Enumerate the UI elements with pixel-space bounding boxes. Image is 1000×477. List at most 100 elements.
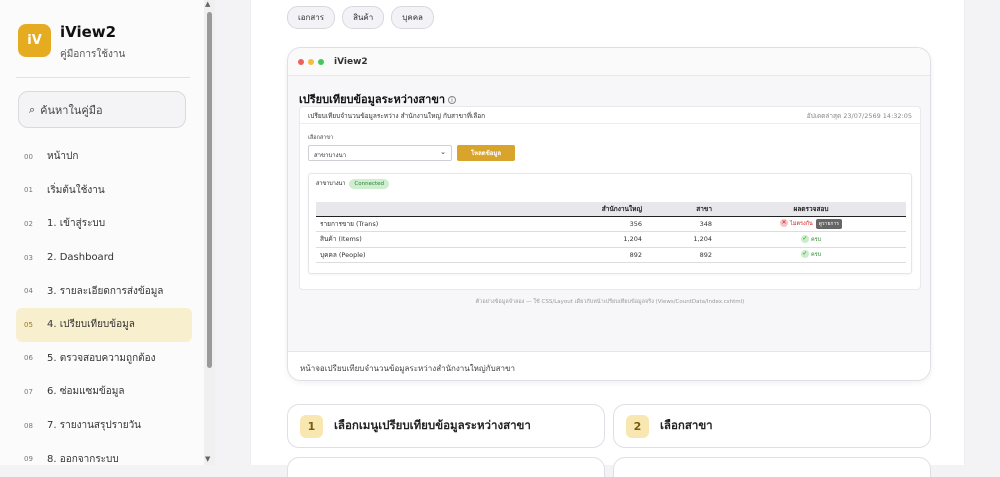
compare-subtitle-text: เปรียบเทียบจำนวนข้อมูลระหว่าง สำนักงานให… [308,112,486,120]
sidebar-item-getting-started[interactable]: 01 เริ่มต้นใช้งาน [16,174,192,208]
branch-label: เลือกสาขา [308,135,334,141]
nav-num: 01 [24,186,33,195]
compare-table: สำนักงานใหญ่ สาขา ผลตรวจสอบ รายการขาย (T… [316,202,906,263]
nav-num: 03 [24,253,33,262]
close-dot-icon [298,58,304,65]
tag-list: เอกสาร สินค้า บุคคล [287,6,441,29]
table-row: สินค้า (Items) 1,204 1,204 ✓ ครบ [316,231,906,248]
step-card-2: 2 เลือกสาขา [613,404,931,448]
table-row: บุคคล (People) 892 892 ✓ ครบ [316,247,906,263]
sidebar-item-logout[interactable]: 09 8. ออกจากระบบ [16,442,192,476]
tag-product[interactable]: สินค้า [342,6,385,29]
mismatch-icon: ✕ [780,218,789,227]
nav-label: 7. รายงานสรุปรายวัน [47,420,142,432]
step-label: เลือกเมนูเปรียบเทียบข้อมูลระหว่างสาขา [334,418,531,432]
footnote: ตัวอย่างข้อมูลจำลอง — ใช้ CSS/Layout เดี… [475,299,745,305]
result-text: ครบ [810,236,822,243]
nav-label: 3. รายละเอียดการส่งข้อมูล [47,285,164,297]
updated-timestamp: อัปเดตล่าสุด 23/07/2569 14:32:05 [806,112,912,120]
nav-label: หน้าปก [47,151,79,163]
screenshot-figure: iView2 เปรียบเทียบข้อมูลระหว่างสาขา i เปร… [287,47,931,381]
chevron-down-icon: ⌄ [440,148,446,156]
row-branch: 892 [646,247,716,263]
tag-document[interactable]: เอกสาร [287,6,336,29]
view-items-button[interactable]: ดูรายการ [815,218,842,229]
divider [16,77,190,78]
sidebar-item-dashboard[interactable]: 03 2. Dashboard [16,241,192,275]
check-icon: ✓ [800,250,809,259]
branch-select[interactable]: สาขาบางนา ⌄ [308,145,452,161]
card-branch-name: สาขาบางนา [316,181,346,187]
sidebar-item-compare[interactable]: 05 4. เปรียบเทียบข้อมูล [16,307,192,342]
col-header-branch: สาขา [646,202,716,217]
brand: iV iView2 คู่มือการใช้งาน [18,23,125,62]
row-hq: 1,204 [566,231,646,248]
maximize-dot-icon [318,58,324,65]
nav-label: 1. เข้าสู่ระบบ [47,218,106,230]
row-result: ✓ ครบ [716,231,906,248]
col-header-hq: สำนักงานใหญ่ [566,202,646,217]
load-data-button[interactable]: โหลดข้อมูล [457,145,515,161]
sidebar-nav: 00 หน้าปก 01 เริ่มต้นใช้งาน 02 1. เข้าสู่ระ… [16,140,192,476]
table-header-row: สำนักงานใหญ่ สาขา ผลตรวจสอบ [316,202,906,217]
sidebar-scrollbar[interactable]: ▲ ▼ [204,0,215,465]
result-text: ครบ [810,252,822,259]
step-card-1: 1 เลือกเมนูเปรียบเทียบข้อมูลระหว่างสาขา [287,404,605,448]
nav-num: 06 [24,354,33,363]
nav-num: 07 [24,387,33,396]
window-titlebar: iView2 [288,48,930,76]
search-icon: ⌕ [29,102,36,116]
row-result: ✓ ครบ [716,247,906,263]
sidebar-item-cover[interactable]: 00 หน้าปก [16,140,192,174]
nav-label: 5. ตรวจสอบความถูกต้อง [47,352,156,364]
app-title: iView2 [60,23,117,41]
tag-person[interactable]: บุคคล [391,6,434,29]
nav-label: เริ่มต้นใช้งาน [47,184,105,196]
row-name: สินค้า (Items) [316,231,566,248]
result-text: ไม่ตรงกัน [790,220,813,227]
nav-label: 6. ซ่อมแซมข้อมูล [47,386,125,398]
row-name: รายการขาย (Trans) [316,216,566,232]
search-input[interactable]: ⌕ ค้นหาในคู่มือ [18,91,186,128]
scroll-thumb[interactable] [207,12,212,368]
result-card: สาขาบางนา Connected สำนักงานใหญ่ สาขา ผล… [308,173,912,274]
col-header-name [316,202,566,217]
nav-label: 4. เปรียบเทียบข้อมูล [47,319,135,331]
info-icon: i [448,96,457,104]
sidebar-item-repair[interactable]: 07 6. ซ่อมแซมข้อมูล [16,375,192,409]
scroll-up-icon[interactable]: ▲ [205,0,210,8]
sidebar-item-login[interactable]: 02 1. เข้าสู่ระบบ [16,207,192,241]
app-logo: iV [18,24,51,57]
branch-select-value: สาขาบางนา [314,152,347,159]
row-hq: 356 [566,216,646,232]
sidebar-item-daily-report[interactable]: 08 7. รายงานสรุปรายวัน [16,409,192,443]
nav-num: 05 [24,320,33,329]
nav-num: 08 [24,421,33,430]
nav-num: 02 [24,219,33,228]
row-branch: 1,204 [646,231,716,248]
table-row: รายการขาย (Trans) 356 348 ✕ ไม่ตรงกัน ดูรา… [316,216,906,232]
minimize-dot-icon [308,58,314,65]
nav-num: 09 [24,455,33,464]
nav-label: 2. Dashboard [47,252,114,264]
row-name: บุคคล (People) [316,247,566,263]
step-number: 2 [626,414,649,438]
sidebar: iV iView2 คู่มือการใช้งาน ⌕ ค้นหาในคู่มื… [0,0,215,465]
step-number: 1 [300,414,323,438]
row-result: ✕ ไม่ตรงกัน ดูรายการ [716,216,906,232]
nav-num: 00 [24,152,33,161]
sidebar-item-send-details[interactable]: 04 3. รายละเอียดการส่งข้อมูล [16,274,192,308]
step-card-3 [287,457,605,477]
sidebar-item-validate[interactable]: 06 5. ตรวจสอบความถูกต้อง [16,342,192,376]
app-subtitle: คู่มือการใช้งาน [60,49,126,60]
card-header: สาขาบางนา Connected [316,179,390,189]
status-badge: Connected [349,179,390,189]
row-hq: 892 [566,247,646,263]
step-card-4 [613,457,931,477]
search-placeholder: ค้นหาในคู่มือ [40,103,103,117]
row-branch: 348 [646,216,716,232]
col-header-result: ผลตรวจสอบ [716,202,906,217]
compare-panel: เปรียบเทียบจำนวนข้อมูลระหว่าง สำนักงานให… [299,106,921,290]
check-icon: ✓ [800,234,809,243]
scroll-down-icon[interactable]: ▼ [205,455,210,463]
